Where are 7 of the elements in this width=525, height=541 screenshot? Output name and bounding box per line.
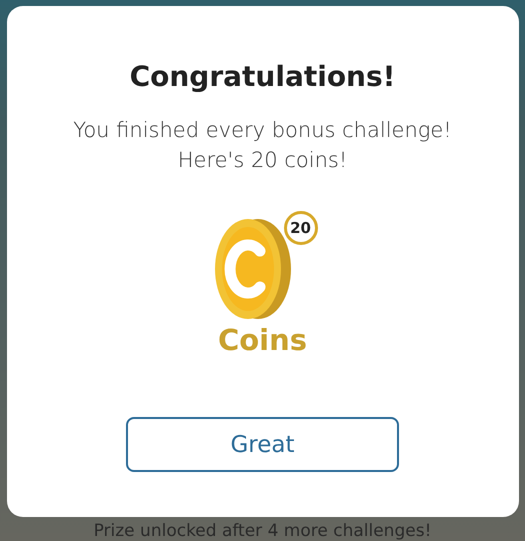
dialog-title: Congratulations! (130, 60, 396, 93)
great-button[interactable]: Great (126, 417, 399, 472)
reward-label: Coins (218, 323, 308, 357)
dialog-message: Here's 20 coins! (176, 147, 348, 174)
coin-count-badge: 20 (284, 211, 318, 245)
footer-text: Prize unlocked after 4 more challenges! (94, 521, 432, 541)
dialog-message: You finished every bonus challenge! (73, 117, 452, 144)
